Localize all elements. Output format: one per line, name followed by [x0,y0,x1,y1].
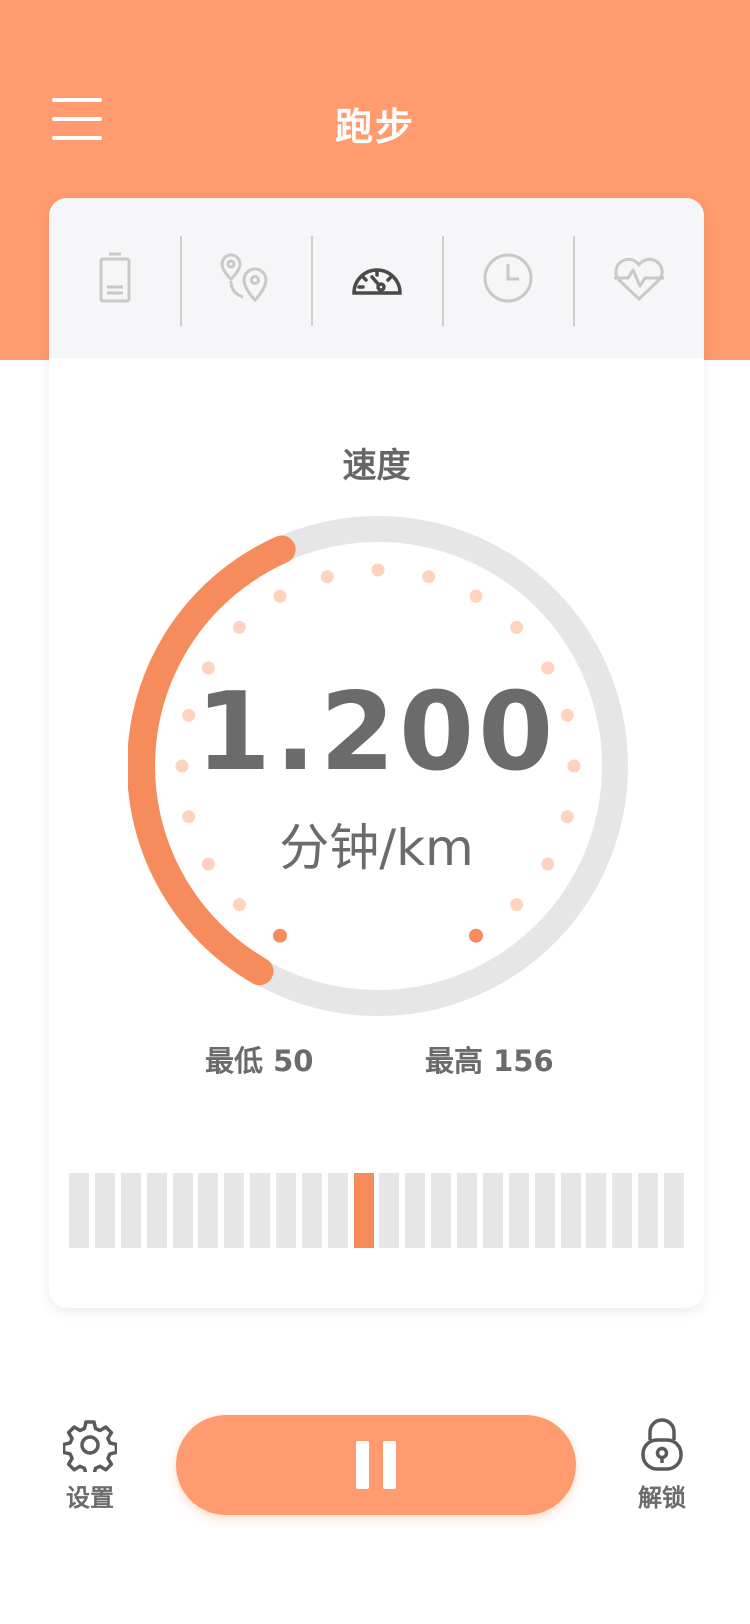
metric-tabbar [49,198,704,358]
heart-rate-icon [613,257,664,301]
unlock-button[interactable]: 解锁 [630,1418,694,1513]
dial-dot [469,928,483,943]
tab-time[interactable] [442,198,573,358]
slider-segment[interactable] [172,1173,193,1248]
slider-segment[interactable] [120,1173,141,1248]
dial-dot [422,570,436,584]
slider-segment[interactable] [508,1173,529,1248]
slider-segment[interactable] [94,1173,115,1248]
speed-value: 1.200 [195,670,558,795]
slider-segment[interactable] [664,1173,684,1248]
slider-segment[interactable] [612,1173,633,1248]
unlock-label: 解锁 [638,1484,686,1512]
clock-icon [483,253,532,303]
slider-segment[interactable] [457,1173,477,1248]
dial-dot [232,620,246,634]
dial-dot [273,928,287,943]
slider-segment-active[interactable] [353,1173,374,1248]
min-value-label: 最低 50 [205,1044,314,1078]
gear-icon [63,1420,117,1472]
pause-button[interactable] [176,1415,576,1515]
slider-segment[interactable] [482,1173,503,1248]
slider-segment[interactable] [534,1173,555,1248]
slider-segment[interactable] [638,1173,659,1248]
pause-icon [356,1441,369,1489]
dial-dot [469,589,483,603]
slider-segment[interactable] [69,1173,89,1248]
tab-heart[interactable] [573,198,704,358]
slider-segment[interactable] [301,1173,322,1248]
dial-dot [510,898,524,912]
battery-icon [99,252,130,303]
slider-segment[interactable] [379,1173,400,1248]
slider-segment[interactable] [405,1173,426,1248]
tab-speed[interactable] [311,198,442,358]
speedometer-icon [351,268,402,295]
dial-dot [320,570,334,584]
slider-segment[interactable] [250,1173,271,1248]
slider-segment[interactable] [586,1173,607,1248]
metric-card: 速度 1.200 分钟/km 最低 50 最高 156 [49,198,704,1308]
settings-button[interactable]: 设置 [60,1418,120,1513]
slider-segment[interactable] [198,1173,219,1248]
page-title: 跑步 [334,105,415,149]
slider-segment[interactable] [327,1173,348,1248]
map-pin-route-icon [219,253,268,303]
metric-label: 速度 [342,446,411,486]
dial-dot [273,589,287,603]
slider-segment[interactable] [224,1173,245,1248]
speed-unit: 分钟/km [279,819,474,877]
settings-label: 设置 [66,1484,114,1512]
tab-route[interactable] [180,198,311,358]
level-slider[interactable] [69,1173,684,1248]
slider-segment[interactable] [276,1173,296,1248]
padlock-icon [641,1418,683,1471]
max-value-label: 最高 156 [425,1044,554,1078]
slider-segment[interactable] [431,1173,452,1248]
dial-dot [371,563,385,577]
slider-segment[interactable] [146,1173,167,1248]
dial-dot [510,620,524,634]
dial-dot [232,898,246,912]
slider-segment[interactable] [560,1173,581,1248]
tab-battery[interactable] [49,198,180,358]
